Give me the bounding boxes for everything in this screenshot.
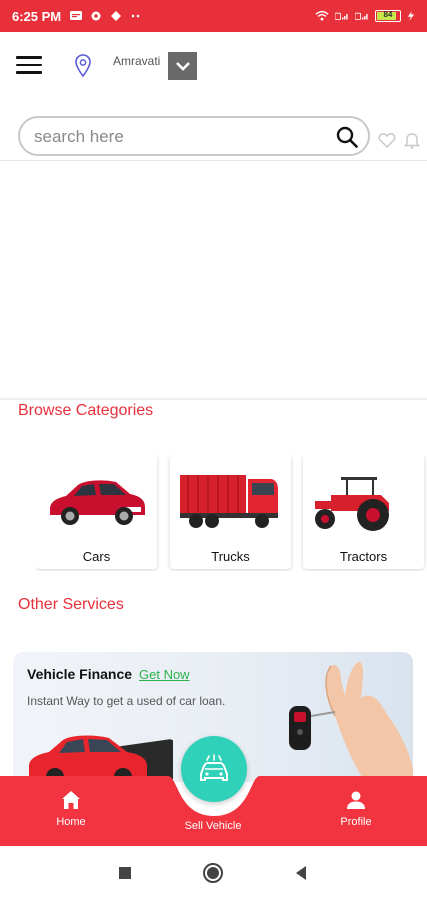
tractor-image bbox=[315, 477, 389, 531]
banner-subtitle: Instant Way to get a used of car loan. bbox=[27, 694, 226, 708]
signal-icon bbox=[335, 12, 348, 20]
nav-profile-label: Profile bbox=[340, 816, 372, 828]
category-label: Trucks bbox=[211, 549, 250, 564]
category-card-trucks[interactable]: Trucks bbox=[170, 455, 291, 569]
category-label: Cars bbox=[82, 549, 111, 564]
truck-image bbox=[180, 475, 278, 528]
charging-icon bbox=[407, 11, 415, 21]
wifi-icon bbox=[315, 10, 329, 21]
section-divider bbox=[0, 398, 427, 400]
location-dropdown-button[interactable] bbox=[168, 52, 197, 80]
search-bar[interactable] bbox=[18, 116, 370, 156]
status-bar: 6:25 PM 84 bbox=[0, 0, 427, 32]
car-wash-icon bbox=[200, 754, 228, 781]
heart-icon[interactable] bbox=[378, 132, 396, 148]
nav-sell-label: Sell Vehicle bbox=[184, 820, 242, 832]
category-card-cars[interactable]: Cars bbox=[36, 455, 157, 569]
status-time: 6:25 PM bbox=[12, 8, 62, 24]
location-pin-icon[interactable] bbox=[74, 54, 92, 78]
search-icon[interactable] bbox=[336, 126, 358, 148]
nav-home[interactable]: Home bbox=[26, 788, 116, 828]
battery-icon: 84 bbox=[375, 10, 401, 22]
location-label[interactable]: Amravati bbox=[113, 54, 160, 68]
recents-icon[interactable] bbox=[114, 862, 136, 884]
search-input[interactable] bbox=[34, 126, 324, 148]
nav-home-label: Home bbox=[56, 816, 86, 828]
car-keys-image bbox=[29, 735, 173, 782]
settings-icon bbox=[91, 11, 101, 21]
signal-icon-2 bbox=[355, 12, 368, 20]
app-icon bbox=[111, 11, 122, 21]
banner-title: Vehicle Finance bbox=[27, 666, 133, 682]
bell-icon[interactable] bbox=[404, 131, 420, 149]
message-icon bbox=[70, 11, 83, 20]
status-system-icons: 84 bbox=[315, 10, 415, 22]
category-card-tractors[interactable]: Tractors bbox=[303, 455, 424, 569]
home-icon bbox=[62, 791, 80, 809]
chevron-down-icon bbox=[175, 62, 190, 71]
nav-sell-vehicle[interactable]: Sell Vehicle bbox=[168, 820, 258, 832]
hamburger-menu-icon[interactable] bbox=[16, 56, 42, 76]
car-image bbox=[50, 480, 145, 525]
sell-vehicle-fab[interactable] bbox=[181, 736, 247, 802]
category-list: Cars Trucks Tractors bbox=[36, 455, 427, 571]
more-dots-icon bbox=[131, 14, 140, 18]
app-header: Amravati bbox=[0, 32, 427, 104]
get-now-link[interactable]: Get Now bbox=[139, 667, 190, 682]
category-label: Tractors bbox=[339, 549, 388, 564]
nav-profile[interactable]: Profile bbox=[311, 788, 401, 828]
other-services-title: Other Services bbox=[18, 596, 124, 613]
home-circle-icon[interactable] bbox=[202, 862, 224, 884]
browse-categories-title: Browse Categories bbox=[18, 402, 154, 419]
hand-holding-key-image bbox=[289, 662, 413, 782]
header-divider bbox=[0, 160, 427, 161]
back-icon[interactable] bbox=[290, 862, 312, 884]
profile-icon bbox=[347, 791, 365, 809]
search-row bbox=[0, 116, 427, 160]
status-notification-icons bbox=[69, 10, 143, 22]
battery-level: 84 bbox=[383, 10, 393, 19]
system-navigation-bar bbox=[0, 846, 427, 900]
